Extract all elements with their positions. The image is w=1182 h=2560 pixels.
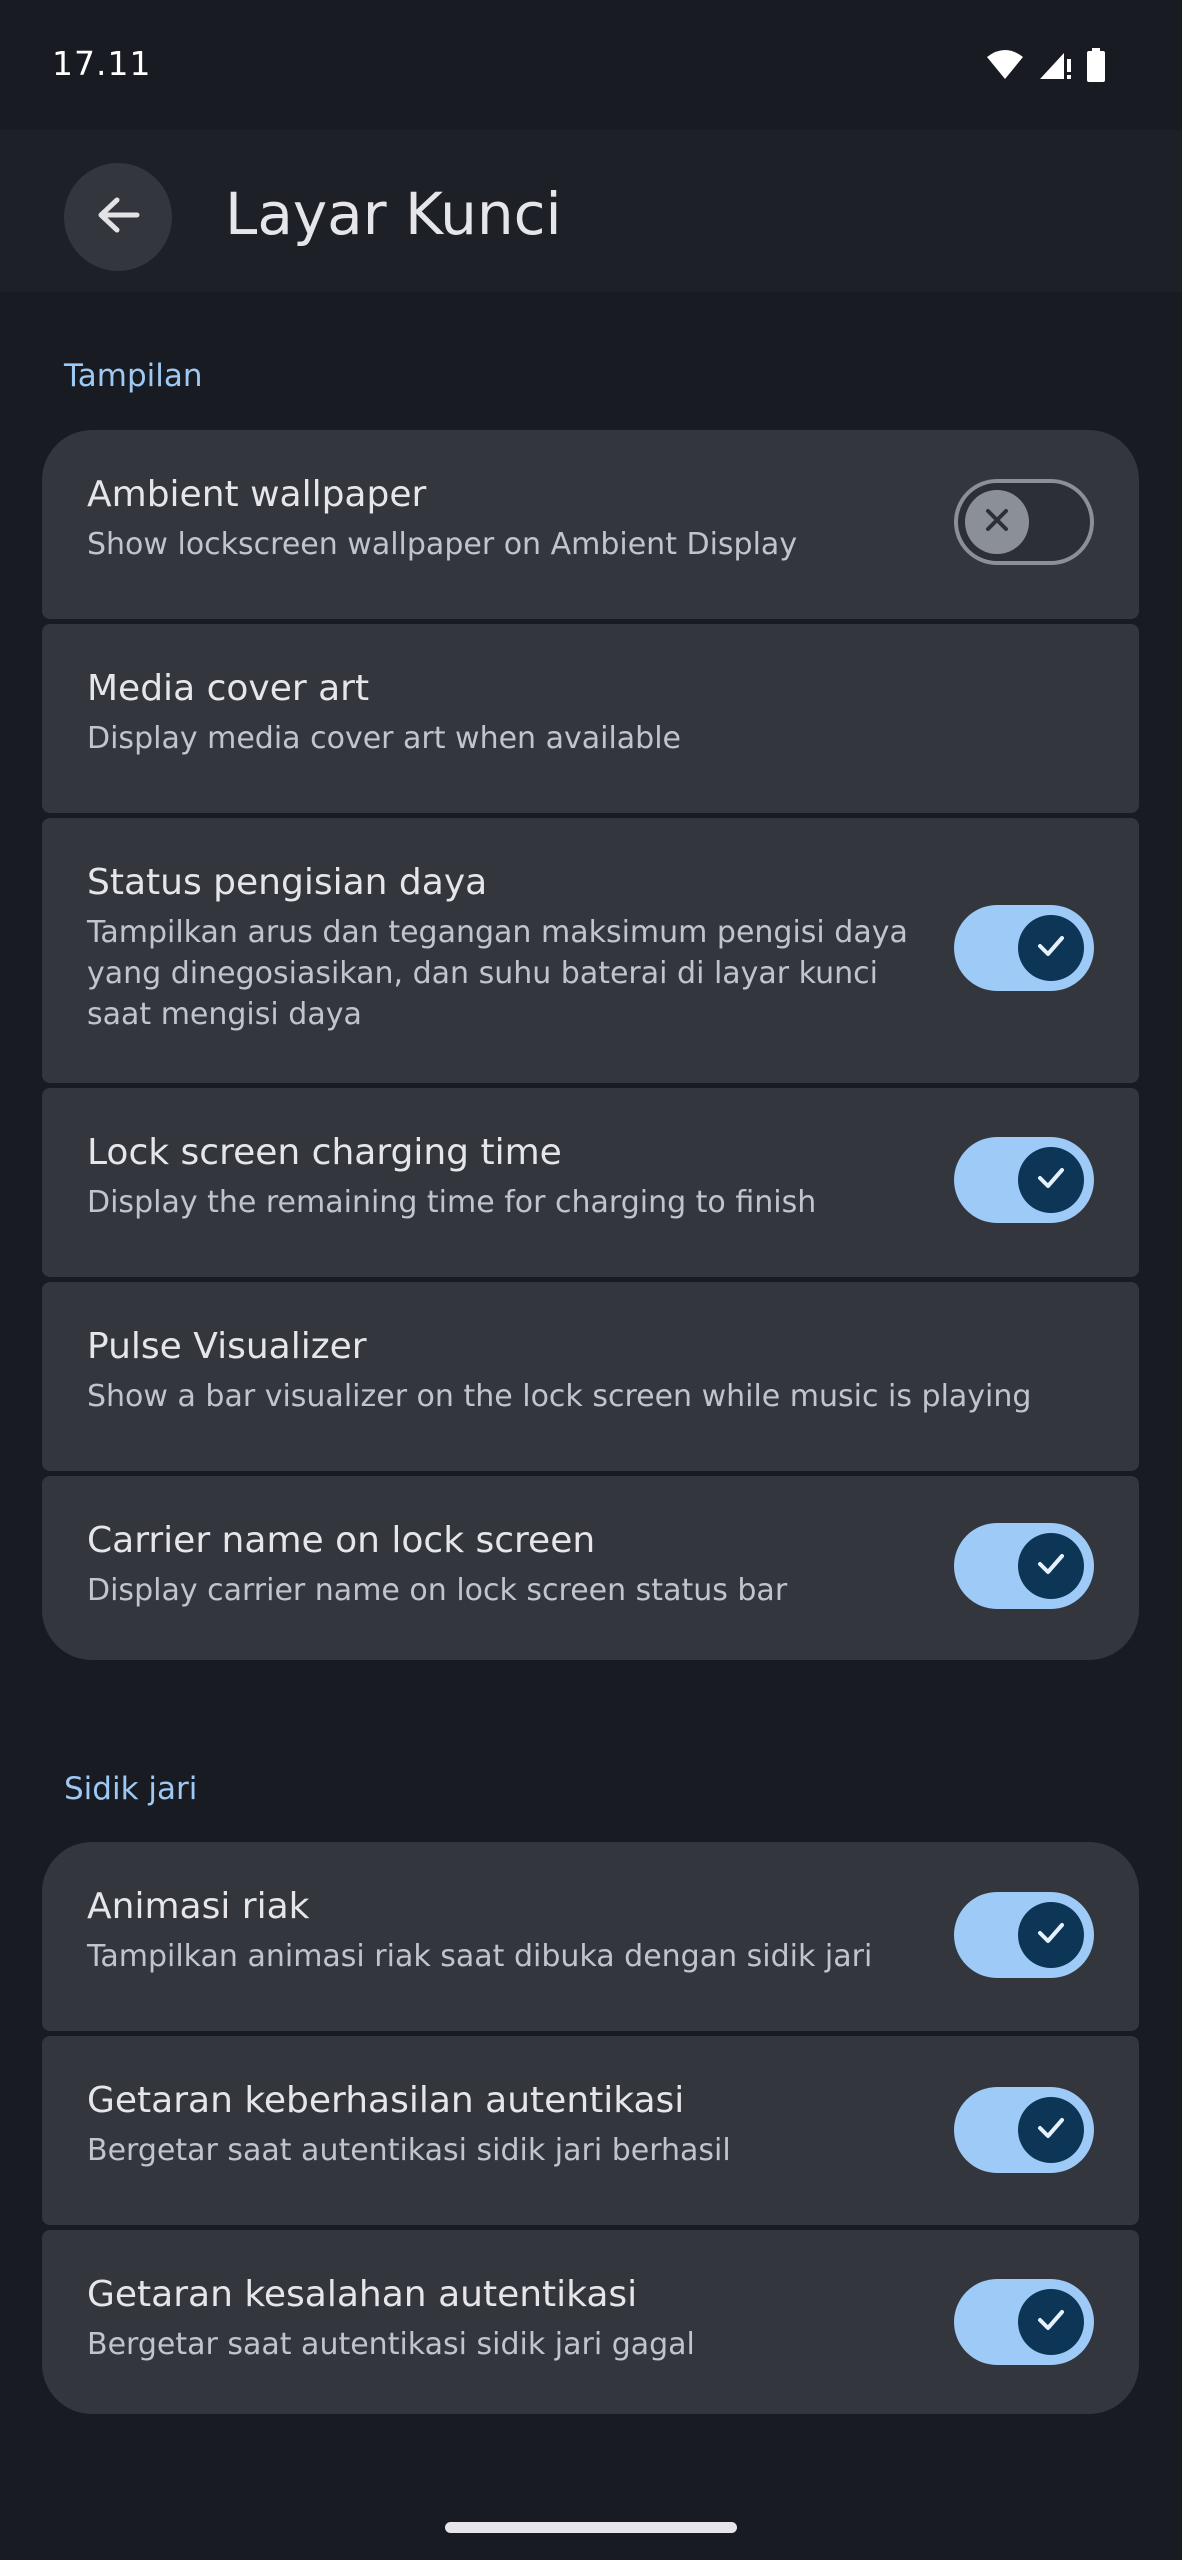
getaran-keberhasilan-toggle[interactable] bbox=[954, 2087, 1094, 2173]
setting-lock-screen-charging-time[interactable]: Lock screen charging time Display the re… bbox=[42, 1088, 1139, 1277]
page-title: Layar Kunci bbox=[225, 180, 562, 248]
switch-thumb bbox=[965, 490, 1029, 554]
check-icon bbox=[1034, 2303, 1068, 2341]
setting-title: Getaran keberhasilan autentikasi bbox=[87, 2080, 685, 2121]
status-icons bbox=[986, 48, 1106, 86]
getaran-kesalahan-toggle[interactable] bbox=[954, 2279, 1094, 2365]
setting-subtitle: Display carrier name on lock screen stat… bbox=[87, 1573, 788, 1608]
setting-status-pengisian-daya[interactable]: Status pengisian daya Tampilkan arus dan… bbox=[42, 818, 1139, 1083]
setting-title: Animasi riak bbox=[87, 1886, 310, 1927]
lock-screen-settings: 17.11 Layar Kunci Tampilan Ambient wallp… bbox=[0, 0, 1182, 2560]
setting-subtitle: Tampilkan animasi riak saat dibuka denga… bbox=[87, 1939, 873, 1974]
setting-subtitle: Tampilkan arus dan tegangan maksimum pen… bbox=[87, 915, 908, 1032]
setting-animasi-riak[interactable]: Animasi riak Tampilkan animasi riak saat… bbox=[42, 1842, 1139, 2031]
setting-carrier-name-lock-screen[interactable]: Carrier name on lock screen Display carr… bbox=[42, 1476, 1139, 1660]
carrier-name-toggle[interactable] bbox=[954, 1523, 1094, 1609]
status-bar: 17.11 bbox=[0, 0, 1182, 130]
app-bar: Layar Kunci bbox=[0, 130, 1182, 292]
ambient-wallpaper-toggle[interactable] bbox=[954, 479, 1094, 565]
setting-subtitle: Show a bar visualizer on the lock screen… bbox=[87, 1379, 1032, 1414]
setting-title: Carrier name on lock screen bbox=[87, 1520, 596, 1561]
setting-subtitle: Show lockscreen wallpaper on Ambient Dis… bbox=[87, 527, 798, 562]
switch-thumb bbox=[1018, 2097, 1084, 2163]
wifi-icon bbox=[986, 49, 1024, 85]
arrow-back-icon bbox=[95, 192, 141, 242]
check-icon bbox=[1034, 1916, 1068, 1954]
setting-subtitle: Bergetar saat autentikasi sidik jari gag… bbox=[87, 2327, 695, 2362]
setting-title: Media cover art bbox=[87, 668, 370, 709]
close-icon bbox=[982, 505, 1012, 539]
switch-thumb bbox=[1018, 2289, 1084, 2355]
setting-getaran-keberhasilan[interactable]: Getaran keberhasilan autentikasi Bergeta… bbox=[42, 2036, 1139, 2225]
home-indicator[interactable] bbox=[445, 2522, 737, 2533]
check-icon bbox=[1034, 929, 1068, 967]
status-time: 17.11 bbox=[52, 44, 152, 83]
setting-subtitle: Display the remaining time for charging … bbox=[87, 1185, 817, 1220]
setting-pulse-visualizer[interactable]: Pulse Visualizer Show a bar visualizer o… bbox=[42, 1282, 1139, 1471]
setting-title: Lock screen charging time bbox=[87, 1132, 562, 1173]
setting-getaran-kesalahan[interactable]: Getaran kesalahan autentikasi Bergetar s… bbox=[42, 2230, 1139, 2414]
setting-title: Status pengisian daya bbox=[87, 862, 488, 903]
animasi-riak-toggle[interactable] bbox=[954, 1892, 1094, 1978]
check-icon bbox=[1034, 1161, 1068, 1199]
setting-title: Ambient wallpaper bbox=[87, 474, 427, 515]
switch-thumb bbox=[1018, 1533, 1084, 1599]
switch-thumb bbox=[1018, 1147, 1084, 1213]
section-header-sidik-jari: Sidik jari bbox=[64, 1771, 198, 1807]
setting-title: Getaran kesalahan autentikasi bbox=[87, 2274, 638, 2315]
setting-title: Pulse Visualizer bbox=[87, 1326, 367, 1367]
check-icon bbox=[1034, 1547, 1068, 1585]
check-icon bbox=[1034, 2111, 1068, 2149]
signal-icon bbox=[1038, 49, 1072, 85]
section-header-tampilan: Tampilan bbox=[64, 358, 203, 394]
lock-screen-charging-time-toggle[interactable] bbox=[954, 1137, 1094, 1223]
setting-subtitle: Bergetar saat autentikasi sidik jari ber… bbox=[87, 2133, 731, 2168]
switch-thumb bbox=[1018, 915, 1084, 981]
setting-media-cover-art[interactable]: Media cover art Display media cover art … bbox=[42, 624, 1139, 813]
back-button[interactable] bbox=[64, 163, 172, 271]
switch-thumb bbox=[1018, 1902, 1084, 1968]
setting-subtitle: Display media cover art when available bbox=[87, 721, 682, 756]
status-pengisian-daya-toggle[interactable] bbox=[954, 905, 1094, 991]
battery-icon bbox=[1086, 48, 1106, 86]
setting-ambient-wallpaper[interactable]: Ambient wallpaper Show lockscreen wallpa… bbox=[42, 430, 1139, 619]
